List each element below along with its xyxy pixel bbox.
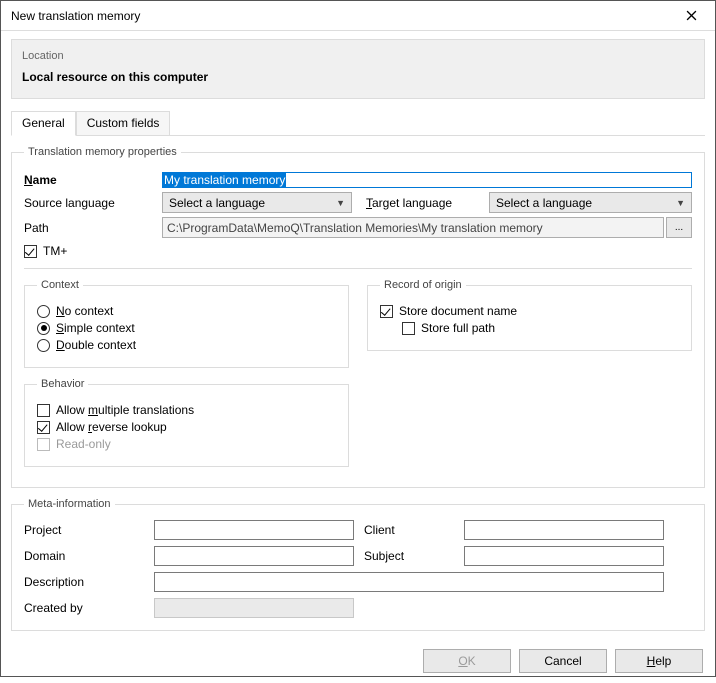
description-label: Description	[24, 575, 144, 589]
subject-label: Subject	[364, 549, 454, 563]
meta-legend: Meta-information	[24, 498, 115, 510]
tm-plus-checkbox[interactable]	[24, 245, 37, 258]
subject-input[interactable]	[464, 546, 664, 566]
project-input[interactable]	[154, 520, 354, 540]
domain-label: Domain	[24, 549, 144, 563]
divider	[24, 268, 692, 269]
cancel-button[interactable]: Cancel	[519, 649, 607, 673]
store-doc-checkbox[interactable]	[380, 305, 393, 318]
target-language-value: Select a language	[496, 196, 592, 210]
name-input[interactable]: My translation memory	[162, 172, 692, 188]
simple-context-label: Simple context	[56, 321, 135, 335]
no-context-radio[interactable]	[37, 305, 50, 318]
target-language-select[interactable]: Select a language ▼	[489, 192, 692, 213]
tm-plus-label: TM+	[43, 244, 67, 258]
allow-reverse-label: Allow reverse lookup	[56, 420, 167, 434]
tab-custom-fields[interactable]: Custom fields	[76, 111, 171, 135]
record-origin-legend: Record of origin	[380, 279, 466, 291]
project-label: Project	[24, 523, 144, 537]
chevron-down-icon: ▼	[336, 198, 345, 208]
source-language-value: Select a language	[169, 196, 265, 210]
properties-group: Translation memory properties Name My tr…	[11, 146, 705, 488]
behavior-group: Behavior Allow multiple translations All…	[24, 378, 349, 467]
name-label: Name	[24, 173, 154, 187]
help-button[interactable]: Help	[615, 649, 703, 673]
location-label: Location	[22, 50, 694, 62]
close-button[interactable]	[671, 2, 711, 30]
readonly-checkbox	[37, 438, 50, 451]
simple-context-radio[interactable]	[37, 322, 50, 335]
allow-multiple-checkbox[interactable]	[37, 404, 50, 417]
context-group: Context No context Simple context Double…	[24, 279, 349, 368]
created-by-label: Created by	[24, 601, 144, 615]
tab-row: General Custom fields	[11, 111, 705, 136]
close-icon	[686, 10, 697, 21]
path-label: Path	[24, 221, 154, 235]
window-title: New translation memory	[11, 9, 140, 23]
titlebar: New translation memory	[1, 1, 715, 31]
created-by-input	[154, 598, 354, 618]
source-language-label: Source language	[24, 196, 154, 210]
context-legend: Context	[37, 279, 83, 291]
tab-general[interactable]: General	[11, 111, 76, 136]
domain-input[interactable]	[154, 546, 354, 566]
button-bar: OK Cancel Help	[1, 639, 715, 683]
client-input[interactable]	[464, 520, 664, 540]
description-input[interactable]	[154, 572, 664, 592]
double-context-radio[interactable]	[37, 339, 50, 352]
path-input[interactable]	[162, 217, 664, 238]
chevron-down-icon: ▼	[676, 198, 685, 208]
allow-reverse-checkbox[interactable]	[37, 421, 50, 434]
meta-information-group: Meta-information Project Client Domain S…	[11, 498, 705, 631]
target-language-label: Target language	[366, 196, 481, 210]
source-language-select[interactable]: Select a language ▼	[162, 192, 352, 213]
store-full-path-label: Store full path	[421, 321, 495, 335]
behavior-legend: Behavior	[37, 378, 88, 390]
ok-button[interactable]: OK	[423, 649, 511, 673]
store-doc-label: Store document name	[399, 304, 517, 318]
name-value: My translation memory	[163, 173, 286, 187]
readonly-label: Read-only	[56, 437, 111, 451]
double-context-label: Double context	[56, 338, 136, 352]
browse-button[interactable]: ...	[666, 217, 692, 238]
properties-legend: Translation memory properties	[24, 146, 181, 158]
location-panel: Location Local resource on this computer	[11, 39, 705, 99]
allow-multiple-label: Allow multiple translations	[56, 403, 194, 417]
store-full-path-checkbox[interactable]	[402, 322, 415, 335]
record-origin-group: Record of origin Store document name Sto…	[367, 279, 692, 351]
client-label: Client	[364, 523, 454, 537]
location-value: Local resource on this computer	[22, 70, 694, 84]
no-context-label: No context	[56, 304, 113, 318]
